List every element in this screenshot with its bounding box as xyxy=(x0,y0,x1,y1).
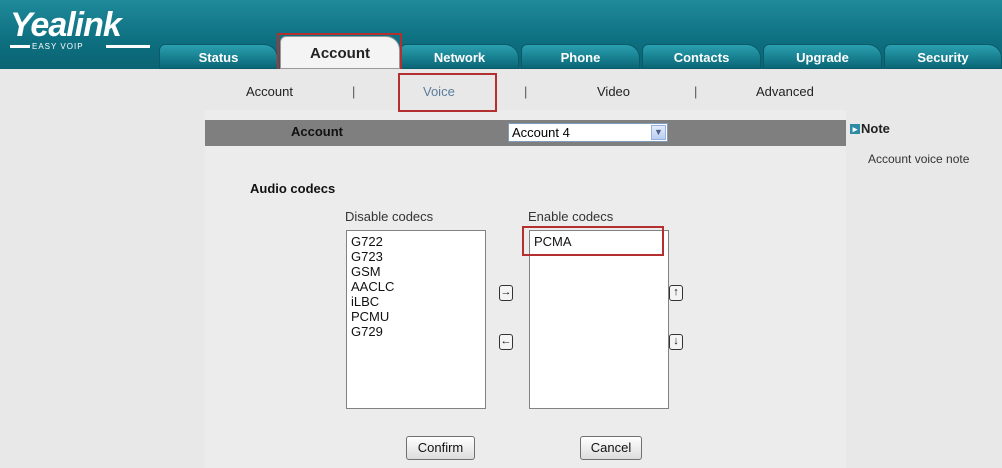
chevron-down-icon[interactable]: ▼ xyxy=(651,125,666,140)
tab-network[interactable]: Network xyxy=(400,44,519,69)
note-text: Account voice note xyxy=(868,152,970,166)
arrow-right-icon[interactable]: → xyxy=(499,285,513,301)
enabled-codecs-list[interactable]: PCMA xyxy=(529,230,669,409)
audio-codecs-title: Audio codecs xyxy=(250,181,336,196)
arrow-up-icon[interactable]: ↑ xyxy=(669,285,683,301)
main-panel xyxy=(205,110,846,468)
subnav-account[interactable]: Account xyxy=(246,84,293,99)
list-item[interactable]: AACLC xyxy=(351,279,485,294)
logo-text: Yealink xyxy=(10,6,122,44)
voice-subnav-highlight xyxy=(398,73,497,112)
account-select-value: Account 4 xyxy=(512,125,570,140)
note-icon: ▸ xyxy=(850,124,860,134)
tab-phone[interactable]: Phone xyxy=(521,44,640,69)
disabled-codecs-list[interactable]: G722 G723 GSM AACLC iLBC PCMU G729 xyxy=(346,230,486,409)
arrow-left-icon[interactable]: ← xyxy=(499,334,513,350)
top-header: Yealink EASY VOIP Status Account Network… xyxy=(0,0,1002,69)
tab-security[interactable]: Security xyxy=(884,44,1002,69)
list-item[interactable]: GSM xyxy=(351,264,485,279)
subnav-separator: | xyxy=(352,84,356,99)
account-select[interactable]: Account 4 ▼ xyxy=(508,123,668,142)
logo-tagline: EASY VOIP xyxy=(32,42,84,51)
subnav-video[interactable]: Video xyxy=(597,84,630,99)
yealink-logo: Yealink EASY VOIP xyxy=(10,6,150,56)
list-item[interactable]: iLBC xyxy=(351,294,485,309)
tab-contacts[interactable]: Contacts xyxy=(642,44,761,69)
list-item[interactable]: G723 xyxy=(351,249,485,264)
cancel-button[interactable]: Cancel xyxy=(580,436,642,460)
arrow-down-icon[interactable]: ↓ xyxy=(669,334,683,350)
tab-upgrade[interactable]: Upgrade xyxy=(763,44,882,69)
logo-tagline-bar: EASY VOIP xyxy=(10,42,150,52)
list-item[interactable]: G729 xyxy=(351,324,485,339)
disable-codecs-label: Disable codecs xyxy=(345,209,434,224)
enable-codecs-label: Enable codecs xyxy=(528,209,614,224)
confirm-button[interactable]: Confirm xyxy=(406,436,475,460)
note-title: Note xyxy=(861,121,890,136)
pcma-highlight xyxy=(522,226,664,256)
subnav-separator: | xyxy=(694,84,698,99)
sub-navigation: Account | Voice | Video | Advanced xyxy=(0,69,1002,110)
account-selector-bar: Account Account 4 ▼ xyxy=(205,120,846,146)
note-header: ▸ Note xyxy=(850,121,890,136)
list-item[interactable]: PCMU xyxy=(351,309,485,324)
tab-status[interactable]: Status xyxy=(159,44,278,69)
list-item[interactable]: G722 xyxy=(351,234,485,249)
account-label: Account xyxy=(291,124,343,139)
subnav-separator: | xyxy=(524,84,528,99)
subnav-advanced[interactable]: Advanced xyxy=(756,84,814,99)
